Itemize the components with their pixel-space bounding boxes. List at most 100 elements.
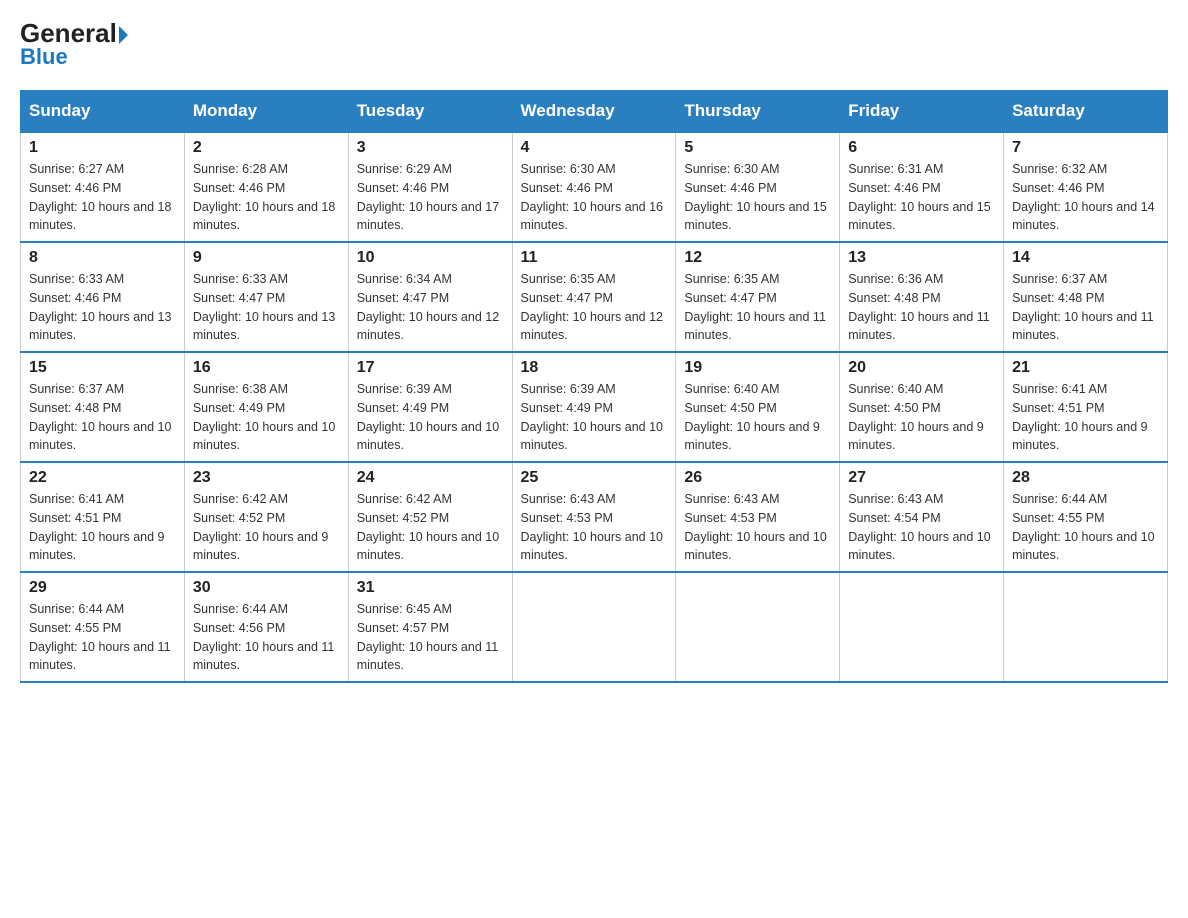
- calendar-cell: 31 Sunrise: 6:45 AMSunset: 4:57 PMDaylig…: [348, 572, 512, 682]
- logo-blue: Blue: [20, 44, 68, 70]
- calendar-cell: 5 Sunrise: 6:30 AMSunset: 4:46 PMDayligh…: [676, 132, 840, 242]
- day-info: Sunrise: 6:38 AMSunset: 4:49 PMDaylight:…: [193, 382, 335, 452]
- col-header-saturday: Saturday: [1004, 91, 1168, 133]
- calendar-cell: 26 Sunrise: 6:43 AMSunset: 4:53 PMDaylig…: [676, 462, 840, 572]
- col-header-thursday: Thursday: [676, 91, 840, 133]
- calendar-cell: 28 Sunrise: 6:44 AMSunset: 4:55 PMDaylig…: [1004, 462, 1168, 572]
- day-number: 11: [521, 249, 668, 267]
- calendar-cell: 25 Sunrise: 6:43 AMSunset: 4:53 PMDaylig…: [512, 462, 676, 572]
- day-info: Sunrise: 6:43 AMSunset: 4:54 PMDaylight:…: [848, 492, 990, 562]
- day-info: Sunrise: 6:39 AMSunset: 4:49 PMDaylight:…: [521, 382, 663, 452]
- calendar-cell: 27 Sunrise: 6:43 AMSunset: 4:54 PMDaylig…: [840, 462, 1004, 572]
- logo-arrow-icon: [119, 26, 128, 44]
- calendar-cell: 4 Sunrise: 6:30 AMSunset: 4:46 PMDayligh…: [512, 132, 676, 242]
- day-number: 3: [357, 139, 504, 157]
- col-header-friday: Friday: [840, 91, 1004, 133]
- day-info: Sunrise: 6:40 AMSunset: 4:50 PMDaylight:…: [684, 382, 820, 452]
- day-info: Sunrise: 6:35 AMSunset: 4:47 PMDaylight:…: [521, 272, 663, 342]
- col-header-tuesday: Tuesday: [348, 91, 512, 133]
- week-row-5: 29 Sunrise: 6:44 AMSunset: 4:55 PMDaylig…: [21, 572, 1168, 682]
- calendar-cell: 20 Sunrise: 6:40 AMSunset: 4:50 PMDaylig…: [840, 352, 1004, 462]
- day-number: 9: [193, 249, 340, 267]
- day-info: Sunrise: 6:44 AMSunset: 4:55 PMDaylight:…: [29, 602, 171, 672]
- day-info: Sunrise: 6:41 AMSunset: 4:51 PMDaylight:…: [1012, 382, 1148, 452]
- day-info: Sunrise: 6:45 AMSunset: 4:57 PMDaylight:…: [357, 602, 499, 672]
- calendar-cell: [1004, 572, 1168, 682]
- calendar-cell: 19 Sunrise: 6:40 AMSunset: 4:50 PMDaylig…: [676, 352, 840, 462]
- calendar-cell: 9 Sunrise: 6:33 AMSunset: 4:47 PMDayligh…: [184, 242, 348, 352]
- day-number: 6: [848, 139, 995, 157]
- calendar-cell: 10 Sunrise: 6:34 AMSunset: 4:47 PMDaylig…: [348, 242, 512, 352]
- day-info: Sunrise: 6:37 AMSunset: 4:48 PMDaylight:…: [29, 382, 171, 452]
- day-number: 22: [29, 469, 176, 487]
- day-info: Sunrise: 6:41 AMSunset: 4:51 PMDaylight:…: [29, 492, 165, 562]
- day-number: 10: [357, 249, 504, 267]
- day-info: Sunrise: 6:42 AMSunset: 4:52 PMDaylight:…: [193, 492, 329, 562]
- week-row-1: 1 Sunrise: 6:27 AMSunset: 4:46 PMDayligh…: [21, 132, 1168, 242]
- day-info: Sunrise: 6:40 AMSunset: 4:50 PMDaylight:…: [848, 382, 984, 452]
- day-number: 8: [29, 249, 176, 267]
- day-number: 14: [1012, 249, 1159, 267]
- day-number: 20: [848, 359, 995, 377]
- calendar-cell: 23 Sunrise: 6:42 AMSunset: 4:52 PMDaylig…: [184, 462, 348, 572]
- day-info: Sunrise: 6:44 AMSunset: 4:56 PMDaylight:…: [193, 602, 335, 672]
- calendar-cell: 22 Sunrise: 6:41 AMSunset: 4:51 PMDaylig…: [21, 462, 185, 572]
- day-number: 27: [848, 469, 995, 487]
- day-info: Sunrise: 6:44 AMSunset: 4:55 PMDaylight:…: [1012, 492, 1154, 562]
- day-info: Sunrise: 6:34 AMSunset: 4:47 PMDaylight:…: [357, 272, 499, 342]
- week-row-2: 8 Sunrise: 6:33 AMSunset: 4:46 PMDayligh…: [21, 242, 1168, 352]
- day-number: 5: [684, 139, 831, 157]
- day-number: 21: [1012, 359, 1159, 377]
- col-header-sunday: Sunday: [21, 91, 185, 133]
- day-info: Sunrise: 6:31 AMSunset: 4:46 PMDaylight:…: [848, 162, 990, 232]
- calendar-cell: 29 Sunrise: 6:44 AMSunset: 4:55 PMDaylig…: [21, 572, 185, 682]
- day-info: Sunrise: 6:28 AMSunset: 4:46 PMDaylight:…: [193, 162, 335, 232]
- calendar-cell: 15 Sunrise: 6:37 AMSunset: 4:48 PMDaylig…: [21, 352, 185, 462]
- day-info: Sunrise: 6:37 AMSunset: 4:48 PMDaylight:…: [1012, 272, 1154, 342]
- day-info: Sunrise: 6:43 AMSunset: 4:53 PMDaylight:…: [684, 492, 826, 562]
- day-number: 1: [29, 139, 176, 157]
- day-info: Sunrise: 6:30 AMSunset: 4:46 PMDaylight:…: [521, 162, 663, 232]
- day-info: Sunrise: 6:36 AMSunset: 4:48 PMDaylight:…: [848, 272, 990, 342]
- calendar-header-row: SundayMondayTuesdayWednesdayThursdayFrid…: [21, 91, 1168, 133]
- day-number: 2: [193, 139, 340, 157]
- day-number: 4: [521, 139, 668, 157]
- calendar-cell: [840, 572, 1004, 682]
- calendar-cell: 11 Sunrise: 6:35 AMSunset: 4:47 PMDaylig…: [512, 242, 676, 352]
- day-info: Sunrise: 6:27 AMSunset: 4:46 PMDaylight:…: [29, 162, 171, 232]
- logo: General Blue: [20, 20, 128, 70]
- day-number: 19: [684, 359, 831, 377]
- day-number: 25: [521, 469, 668, 487]
- day-number: 16: [193, 359, 340, 377]
- col-header-wednesday: Wednesday: [512, 91, 676, 133]
- day-info: Sunrise: 6:33 AMSunset: 4:46 PMDaylight:…: [29, 272, 171, 342]
- calendar-cell: 18 Sunrise: 6:39 AMSunset: 4:49 PMDaylig…: [512, 352, 676, 462]
- day-number: 12: [684, 249, 831, 267]
- calendar-cell: 8 Sunrise: 6:33 AMSunset: 4:46 PMDayligh…: [21, 242, 185, 352]
- day-number: 13: [848, 249, 995, 267]
- calendar-cell: 6 Sunrise: 6:31 AMSunset: 4:46 PMDayligh…: [840, 132, 1004, 242]
- calendar-cell: 12 Sunrise: 6:35 AMSunset: 4:47 PMDaylig…: [676, 242, 840, 352]
- calendar-cell: 21 Sunrise: 6:41 AMSunset: 4:51 PMDaylig…: [1004, 352, 1168, 462]
- week-row-4: 22 Sunrise: 6:41 AMSunset: 4:51 PMDaylig…: [21, 462, 1168, 572]
- calendar-cell: 30 Sunrise: 6:44 AMSunset: 4:56 PMDaylig…: [184, 572, 348, 682]
- day-number: 31: [357, 579, 504, 597]
- day-number: 7: [1012, 139, 1159, 157]
- day-info: Sunrise: 6:32 AMSunset: 4:46 PMDaylight:…: [1012, 162, 1154, 232]
- day-info: Sunrise: 6:29 AMSunset: 4:46 PMDaylight:…: [357, 162, 499, 232]
- day-number: 30: [193, 579, 340, 597]
- calendar-cell: 1 Sunrise: 6:27 AMSunset: 4:46 PMDayligh…: [21, 132, 185, 242]
- calendar-cell: 13 Sunrise: 6:36 AMSunset: 4:48 PMDaylig…: [840, 242, 1004, 352]
- day-info: Sunrise: 6:35 AMSunset: 4:47 PMDaylight:…: [684, 272, 826, 342]
- day-info: Sunrise: 6:33 AMSunset: 4:47 PMDaylight:…: [193, 272, 335, 342]
- day-info: Sunrise: 6:39 AMSunset: 4:49 PMDaylight:…: [357, 382, 499, 452]
- day-number: 28: [1012, 469, 1159, 487]
- calendar-cell: [512, 572, 676, 682]
- day-info: Sunrise: 6:43 AMSunset: 4:53 PMDaylight:…: [521, 492, 663, 562]
- day-number: 18: [521, 359, 668, 377]
- day-number: 15: [29, 359, 176, 377]
- day-info: Sunrise: 6:42 AMSunset: 4:52 PMDaylight:…: [357, 492, 499, 562]
- calendar-table: SundayMondayTuesdayWednesdayThursdayFrid…: [20, 90, 1168, 683]
- day-info: Sunrise: 6:30 AMSunset: 4:46 PMDaylight:…: [684, 162, 826, 232]
- day-number: 29: [29, 579, 176, 597]
